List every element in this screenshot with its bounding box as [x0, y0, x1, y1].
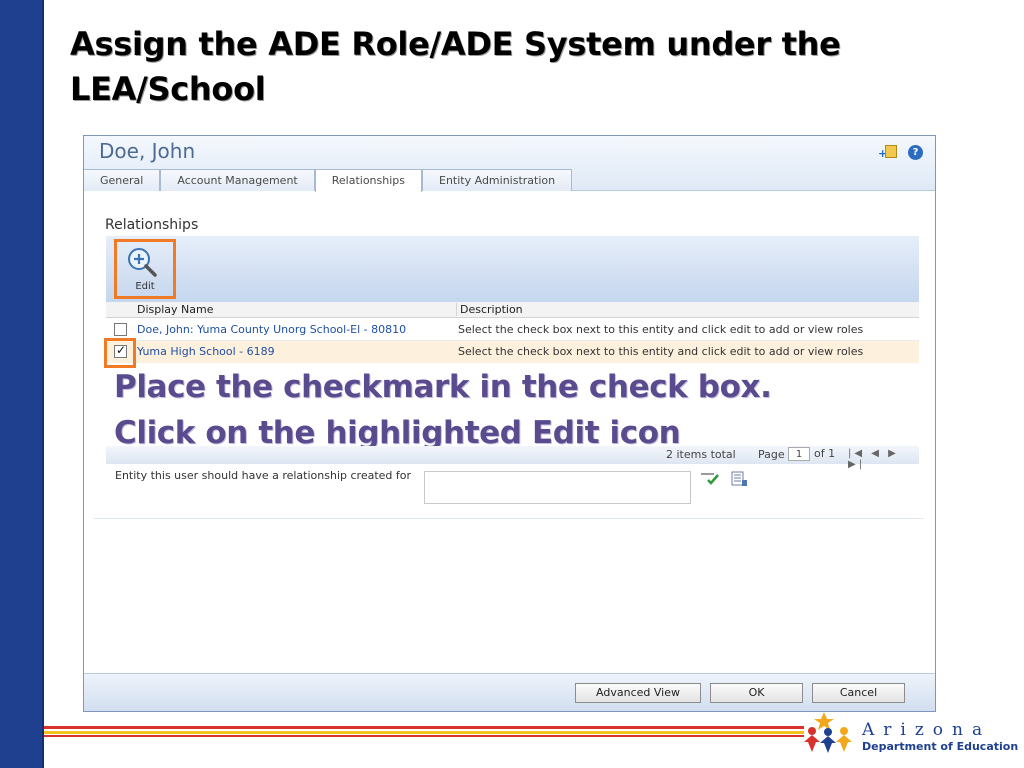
row-description: Select the check box next to this entity…: [458, 345, 864, 358]
callout-line-1: Place the checkmark in the check box.: [114, 369, 772, 405]
browse-list-icon[interactable]: [730, 471, 748, 487]
entity-label: Entity this user should have a relations…: [115, 469, 412, 482]
logo-figures-icon: [804, 712, 852, 753]
dialog-title: Doe, John: [99, 139, 196, 163]
instruction-callout: Place the checkmark in the check box. Cl…: [114, 364, 772, 456]
tab-entity-administration[interactable]: Entity Administration: [422, 169, 573, 191]
page-count: of 1: [814, 447, 836, 460]
user-dialog: Doe, John + ? General Account Management…: [83, 135, 936, 712]
table-row: Yuma High School - 6189 Select the check…: [106, 341, 919, 363]
add-note-icon[interactable]: +: [878, 144, 900, 160]
bottom-stripe: [44, 726, 804, 738]
edit-button[interactable]: Edit: [114, 239, 176, 299]
tab-account-management[interactable]: Account Management: [160, 169, 315, 191]
table-row: Doe, John: Yuma County Unorg School-El -…: [106, 319, 919, 341]
row-description: Select the check box next to this entity…: [458, 323, 864, 336]
row-checkbox[interactable]: [114, 323, 127, 336]
left-accent-bar: [0, 0, 44, 768]
cancel-button[interactable]: Cancel: [812, 683, 905, 703]
ok-button[interactable]: OK: [710, 683, 803, 703]
page-number-input[interactable]: 1: [788, 447, 810, 461]
row-display-name[interactable]: Doe, John: Yuma County Unorg School-El -…: [137, 323, 406, 336]
tab-relationships[interactable]: Relationships: [314, 169, 422, 192]
ade-logo: Arizona Department of Education: [800, 710, 1020, 760]
help-icon[interactable]: ?: [908, 144, 923, 160]
column-description[interactable]: Description: [456, 303, 523, 316]
page-label: Page: [758, 448, 785, 461]
slide-title: Assign the ADE Role/ADE System under the…: [70, 25, 841, 108]
logo-subtitle: Department of Education: [862, 740, 1019, 753]
relationships-toolbar: Edit: [106, 236, 919, 302]
relationships-section-label: Relationships: [105, 217, 199, 233]
tab-general[interactable]: General: [84, 169, 161, 191]
row-display-name[interactable]: Yuma High School - 6189: [137, 345, 275, 358]
dialog-footer: Advanced View OK Cancel: [84, 673, 935, 711]
edit-label: Edit: [135, 281, 155, 292]
pager-nav-icons[interactable]: |◀ ◀ ▶ ▶|: [848, 448, 919, 470]
content-divider: [94, 518, 924, 519]
advanced-view-button[interactable]: Advanced View: [575, 683, 701, 703]
grid-header: Display Name Description: [106, 302, 919, 318]
tab-bar: General Account Management Relationships…: [84, 169, 573, 192]
header-icons: + ?: [878, 144, 923, 160]
items-total: 2 items total: [666, 448, 736, 461]
logo-wordmark: Arizona: [862, 720, 992, 740]
zoom-plus-icon: [128, 248, 157, 277]
entity-lookup-field[interactable]: [424, 471, 691, 504]
dialog-header: Doe, John + ? General Account Management…: [84, 136, 935, 192]
grid-pager: 2 items total Page 1 of 1 |◀ ◀ ▶ ▶|: [106, 446, 919, 470]
check-names-icon[interactable]: [701, 472, 721, 486]
column-display-name[interactable]: Display Name: [137, 303, 214, 316]
